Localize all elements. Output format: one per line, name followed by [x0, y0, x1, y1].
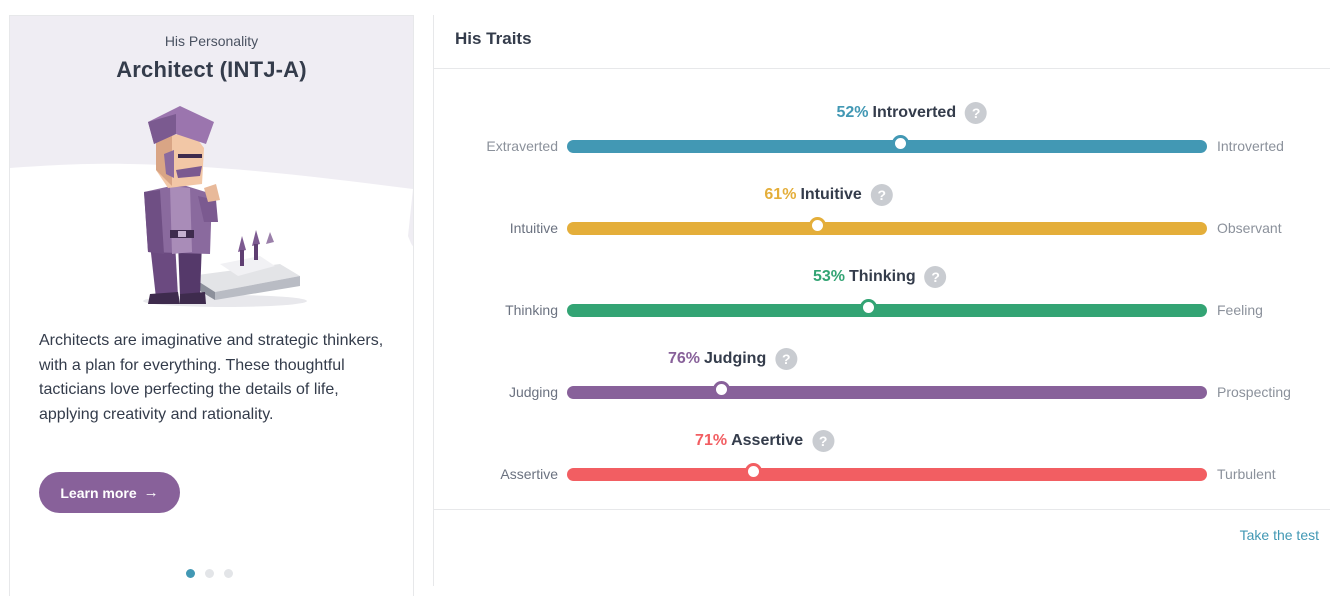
trait-slider-knob — [808, 217, 826, 234]
question-mark-icon[interactable]: ? — [924, 266, 947, 288]
take-the-test-link[interactable]: Take the test — [1240, 527, 1319, 543]
arrow-right-icon: → — [143, 484, 159, 501]
trait-right-label: Turbulent — [1217, 466, 1276, 482]
card-subtitle: His Personality — [164, 33, 259, 49]
trait-heading: 53% Thinking ? — [813, 266, 947, 288]
question-mark-icon[interactable]: ? — [870, 184, 893, 206]
trait-left-label: Judging — [508, 384, 558, 400]
trait-left-label: Assertive — [500, 466, 558, 482]
trait-slider-knob — [744, 463, 762, 480]
personality-type-title: Architect (INTJ-A) — [116, 57, 307, 82]
trait-name: Thinking — [848, 268, 916, 285]
trait-heading: 52% Introverted ? — [836, 102, 988, 124]
architect-illustration — [143, 106, 307, 307]
question-mark-icon[interactable]: ? — [812, 430, 835, 452]
trait-right-label: Introverted — [1217, 138, 1284, 154]
trait-heading: 61% Intuitive ? — [764, 184, 893, 206]
personality-card: His Personality Architect (INTJ-A) Archi… — [9, 15, 414, 596]
trait-bar — [567, 140, 1207, 153]
trait-heading: 71% Assertive ? — [695, 430, 835, 452]
trait-right-label: Feeling — [1217, 302, 1263, 318]
trait-row-intuitive: 61% Intuitive ? Intuitive Observant — [434, 184, 1330, 244]
trait-bar — [567, 468, 1207, 481]
personality-description: Architects are imaginative and strategic… — [39, 332, 384, 423]
traits-panel-title: His Traits — [455, 29, 532, 48]
trait-row-assertive: 71% Assertive ? Assertive Turbulent — [434, 430, 1330, 490]
trait-slider-knob — [891, 135, 909, 152]
trait-percent: 53% — [812, 268, 845, 285]
learn-more-label: Learn more — [60, 484, 137, 501]
trait-percent: 76% — [667, 350, 700, 367]
question-mark-icon[interactable]: ? — [775, 348, 798, 370]
trait-name: Intuitive — [800, 186, 862, 203]
trait-left-label: Thinking — [505, 302, 558, 318]
trait-name: Introverted — [872, 104, 957, 121]
carousel-dot-1[interactable] — [186, 569, 195, 578]
trait-bar — [567, 304, 1207, 317]
traits-header-divider — [434, 68, 1330, 69]
trait-bar — [567, 222, 1207, 235]
trait-bar — [567, 386, 1207, 399]
trait-name: Assertive — [731, 432, 804, 449]
trait-percent: 52% — [836, 104, 869, 121]
trait-row-introverted: 52% Introverted ? Extraverted Introverte… — [434, 102, 1330, 162]
trait-row-thinking: 53% Thinking ? Thinking Feeling — [434, 266, 1330, 326]
trait-row-judging: 76% Judging ? Judging Prospecting — [434, 348, 1330, 408]
trait-right-label: Prospecting — [1217, 384, 1291, 400]
trait-right-label: Observant — [1217, 220, 1282, 236]
trait-left-label: Intuitive — [509, 220, 558, 236]
trait-percent: 61% — [764, 186, 797, 203]
carousel-dot-2[interactable] — [205, 569, 214, 578]
carousel-dots — [186, 569, 233, 578]
trait-left-label: Extraverted — [486, 138, 558, 154]
trait-slider-knob — [859, 299, 877, 316]
traits-footer-divider — [434, 509, 1330, 510]
trait-percent: 71% — [695, 432, 728, 449]
trait-slider-knob — [712, 381, 730, 398]
carousel-dot-3[interactable] — [224, 569, 233, 578]
question-mark-icon[interactable]: ? — [965, 102, 988, 124]
trait-name: Judging — [704, 350, 767, 367]
learn-more-button[interactable]: Learn more → — [39, 472, 180, 513]
trait-heading: 76% Judging ? — [667, 348, 798, 370]
